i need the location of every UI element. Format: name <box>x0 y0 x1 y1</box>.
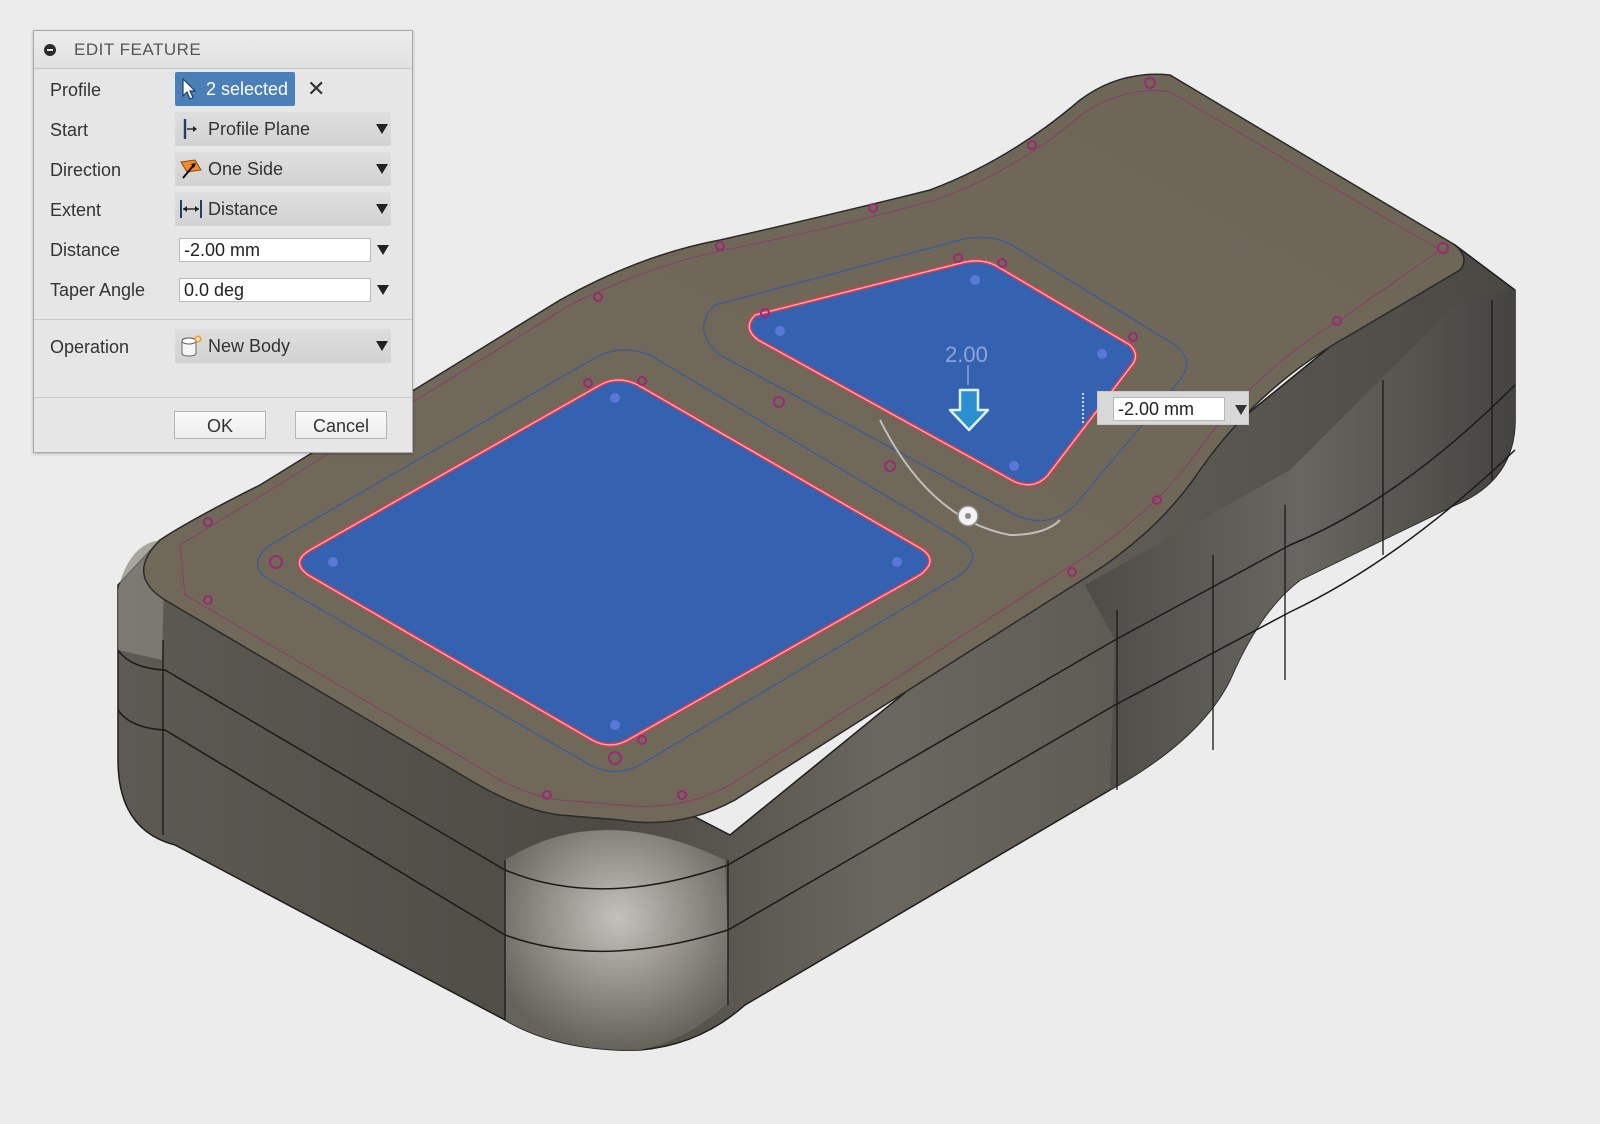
distance-input[interactable] <box>179 238 371 262</box>
chevron-down-icon <box>376 124 388 134</box>
footer-divider <box>34 397 412 398</box>
direction-label: Direction <box>50 160 122 180</box>
close-x-icon[interactable]: ✕ <box>307 76 325 102</box>
cancel-button[interactable]: Cancel <box>295 411 387 439</box>
extent-dropdown[interactable]: Distance <box>175 192 391 226</box>
dimension-label: 2.00 <box>945 342 988 367</box>
chevron-down-icon <box>376 204 388 214</box>
operation-dropdown[interactable]: New Body <box>175 329 391 363</box>
start-dropdown[interactable]: Profile Plane <box>175 112 391 146</box>
profile-label: Profile <box>50 80 102 100</box>
one-side-icon <box>180 159 202 179</box>
dialog-title: EDIT FEATURE <box>74 39 202 59</box>
dialog-header[interactable]: EDIT FEATURE <box>34 31 412 69</box>
edit-feature-dialog: EDIT FEATURE Profile 2 selected ✕ Start … <box>33 30 413 453</box>
chevron-down-icon <box>376 341 388 351</box>
cursor-arrow-icon <box>182 78 197 100</box>
profile-row: Profile 2 selected ✕ <box>34 72 412 108</box>
manipulator-value-box[interactable] <box>1097 391 1249 425</box>
extent-row: Extent Distance <box>34 192 412 228</box>
manipulator-distance-input[interactable] <box>1113 397 1225 421</box>
front-corner-highlight <box>505 830 730 1051</box>
profile-selection-count: 2 selected <box>206 79 289 99</box>
direction-dropdown[interactable]: One Side <box>175 152 391 186</box>
distance-label: Distance <box>50 240 121 260</box>
taper-angle-row: Taper Angle <box>34 276 412 312</box>
chevron-down-icon[interactable] <box>377 285 389 295</box>
ok-button[interactable]: OK <box>174 411 266 439</box>
taper-angle-label: Taper Angle <box>50 280 146 300</box>
manipulator-dropdown-arrow[interactable] <box>1235 405 1247 415</box>
direction-value: One Side <box>208 159 284 179</box>
start-label: Start <box>50 120 89 140</box>
start-value: Profile Plane <box>208 119 311 139</box>
distance-icon <box>180 200 202 218</box>
chevron-down-icon[interactable] <box>377 245 389 255</box>
taper-angle-input[interactable] <box>179 278 371 302</box>
operation-row: Operation New Body <box>34 329 412 365</box>
collapse-icon[interactable] <box>44 43 56 56</box>
taper-handle-center <box>965 513 971 519</box>
extent-value: Distance <box>208 199 279 219</box>
profile-select-button[interactable]: 2 selected <box>175 72 295 106</box>
operation-label: Operation <box>50 337 130 357</box>
new-body-icon <box>181 335 202 357</box>
start-row: Start Profile Plane <box>34 112 412 148</box>
distance-row: Distance <box>34 236 412 272</box>
extent-label: Extent <box>50 200 102 220</box>
direction-row: Direction One Side <box>34 152 412 188</box>
profile-plane-icon <box>183 119 197 139</box>
operation-value: New Body <box>208 336 291 356</box>
chevron-down-icon <box>376 164 388 174</box>
section-divider <box>34 319 412 320</box>
